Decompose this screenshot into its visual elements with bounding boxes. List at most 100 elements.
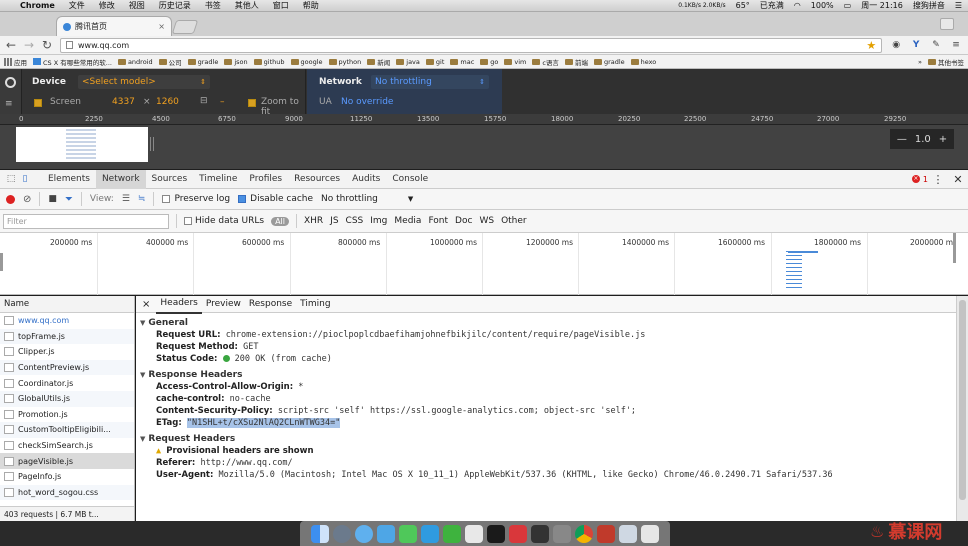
bookmarks-overflow[interactable]: » <box>918 58 922 66</box>
disable-cache-checkbox[interactable] <box>238 195 247 203</box>
hide-data-urls-checkbox[interactable] <box>184 217 192 225</box>
studio-icon[interactable] <box>531 524 549 543</box>
filter-type-ws[interactable]: WS <box>479 216 494 226</box>
no-entry-icon[interactable] <box>5 77 16 88</box>
mail-icon[interactable] <box>377 524 395 543</box>
request-row[interactable]: Clipper.js <box>0 344 134 360</box>
tab-resources[interactable]: Resources <box>288 170 346 189</box>
filter-type-font[interactable]: Font <box>428 216 448 226</box>
request-row[interactable]: topFrame.js <box>0 328 134 345</box>
filter-type-xhr[interactable]: XHR <box>304 216 323 226</box>
preview-icon[interactable] <box>619 524 637 543</box>
bookmark-folder[interactable]: git <box>425 58 444 66</box>
menu-file[interactable]: 文件 <box>69 0 85 11</box>
extension-pen-icon[interactable]: ✎ <box>930 40 942 50</box>
tab-audits[interactable]: Audits <box>346 170 386 189</box>
tab-console[interactable]: Console <box>386 170 434 189</box>
capture-screenshots-icon[interactable]: ■ <box>48 194 57 204</box>
zoom-in-button[interactable]: + <box>939 134 947 145</box>
details-close-button[interactable]: × <box>136 299 156 310</box>
list-icon[interactable]: ☰ <box>955 1 962 10</box>
header-value-selected[interactable]: "N1SHL+t/cXSu2NlAQ2CLnWTWG34=" <box>186 418 341 428</box>
screen-rotate-icon[interactable]: ⊟ <box>200 96 208 106</box>
filter-type-js[interactable]: JS <box>330 216 338 226</box>
new-tab-button[interactable] <box>171 20 199 34</box>
clock[interactable]: 周一 21:16 <box>861 0 903 11</box>
tab-network[interactable]: Network <box>95 169 146 189</box>
menu-help[interactable]: 帮助 <box>303 0 319 11</box>
tab-headers[interactable]: Headers <box>156 295 202 314</box>
filter-type-all[interactable]: All <box>271 216 289 226</box>
tab-response[interactable]: Response <box>245 296 296 313</box>
menu-view[interactable]: 视图 <box>129 0 145 11</box>
tab-close-icon[interactable]: × <box>158 22 165 31</box>
wechat-icon[interactable] <box>443 524 461 543</box>
pixel-ratio-input[interactable]: – <box>220 97 225 107</box>
app-icon[interactable] <box>465 524 483 543</box>
bookmark-folder[interactable]: vim <box>504 58 526 66</box>
tab-timeline[interactable]: Timeline <box>193 170 243 189</box>
bookmark-folder[interactable]: google <box>290 58 323 66</box>
request-list-header[interactable]: Name <box>0 296 134 313</box>
request-row[interactable]: GlobalUtils.js <box>0 390 134 407</box>
finder-icon[interactable] <box>311 524 329 543</box>
menu-people[interactable]: 其他人 <box>235 0 259 11</box>
section-response-headers[interactable]: ▼ Response Headers <box>136 369 956 381</box>
messages-icon[interactable] <box>399 524 417 543</box>
request-row[interactable]: ContentPreview.js <box>0 359 134 376</box>
devtools-menu-icon[interactable]: ⋮ <box>928 173 948 186</box>
profile-icon[interactable] <box>940 18 954 30</box>
bookmark-folder[interactable]: json <box>224 58 248 66</box>
battery-percent[interactable]: 100% <box>811 1 834 10</box>
scrollbar-thumb[interactable] <box>959 300 966 500</box>
inspect-icon[interactable]: ⬚ <box>4 174 18 184</box>
bookmark-folder[interactable]: gradle <box>187 58 218 66</box>
screen-checkbox[interactable] <box>34 99 42 107</box>
zoom-out-button[interactable]: — <box>897 134 907 145</box>
filter-icon[interactable]: ⏷ <box>65 194 73 205</box>
request-row[interactable]: PageInfo.js <box>0 469 134 485</box>
screen-width-input[interactable]: 4337 <box>112 97 135 107</box>
record-button[interactable] <box>6 194 15 204</box>
request-row[interactable]: www.qq.com <box>0 313 134 329</box>
bookmark-folder[interactable]: android <box>117 58 153 66</box>
input-method[interactable]: 搜狗拼音 <box>913 0 945 11</box>
tab-elements[interactable]: Elements <box>42 170 96 189</box>
url-text[interactable]: www.qq.com <box>78 41 129 50</box>
wifi-icon[interactable]: ◠ <box>794 1 801 10</box>
network-overview[interactable]: 200000 ms 400000 ms 600000 ms 800000 ms … <box>0 233 968 295</box>
request-row[interactable]: hot_word_sogou.css <box>0 484 134 501</box>
qq-icon[interactable] <box>421 524 439 543</box>
filter-type-other[interactable]: Other <box>501 216 527 226</box>
overview-icon[interactable]: ≒ <box>138 194 146 204</box>
terminal-icon[interactable] <box>487 524 505 543</box>
bookmark-folder[interactable]: 新闻 <box>367 57 390 67</box>
clear-icon[interactable]: ⊘ <box>23 194 31 205</box>
section-request-headers[interactable]: ▼ Request Headers <box>136 433 956 445</box>
tab-preview[interactable]: Preview <box>202 296 245 313</box>
network-throttle-select[interactable]: No throttling ⇕ <box>371 75 489 89</box>
tab-profiles[interactable]: Profiles <box>243 170 288 189</box>
tab-sources[interactable]: Sources <box>146 170 194 189</box>
bookmark-folder[interactable]: python <box>328 58 361 66</box>
menu-edit[interactable]: 修改 <box>99 0 115 11</box>
browser-tab[interactable]: 腾讯首页 × <box>56 16 172 36</box>
bookmark-folder[interactable]: c语言 <box>532 57 559 67</box>
request-row[interactable]: CustomTooltipEligibili... <box>0 422 134 438</box>
drag-handle-icon[interactable]: ≡ <box>5 99 13 109</box>
app-icon[interactable] <box>597 524 615 543</box>
ua-input[interactable]: No override <box>341 97 393 107</box>
filter-type-media[interactable]: Media <box>394 216 421 226</box>
extension-y-icon[interactable]: Y <box>910 40 922 50</box>
filter-type-img[interactable]: Img <box>370 216 387 226</box>
bookmark-folder[interactable]: gradle <box>593 58 625 66</box>
large-rows-icon[interactable]: ☰ <box>122 194 130 204</box>
reload-icon[interactable]: ↻ <box>42 38 52 52</box>
request-row[interactable]: checkSimSearch.js <box>0 438 134 454</box>
bookmark-folder[interactable]: go <box>480 58 498 66</box>
filter-type-doc[interactable]: Doc <box>455 216 472 226</box>
bookmark-folder[interactable]: 前端 <box>564 57 588 67</box>
chrome-icon[interactable] <box>575 524 593 543</box>
request-row-selected[interactable]: pageVisible.js <box>0 453 134 469</box>
tab-timing[interactable]: Timing <box>296 296 334 313</box>
